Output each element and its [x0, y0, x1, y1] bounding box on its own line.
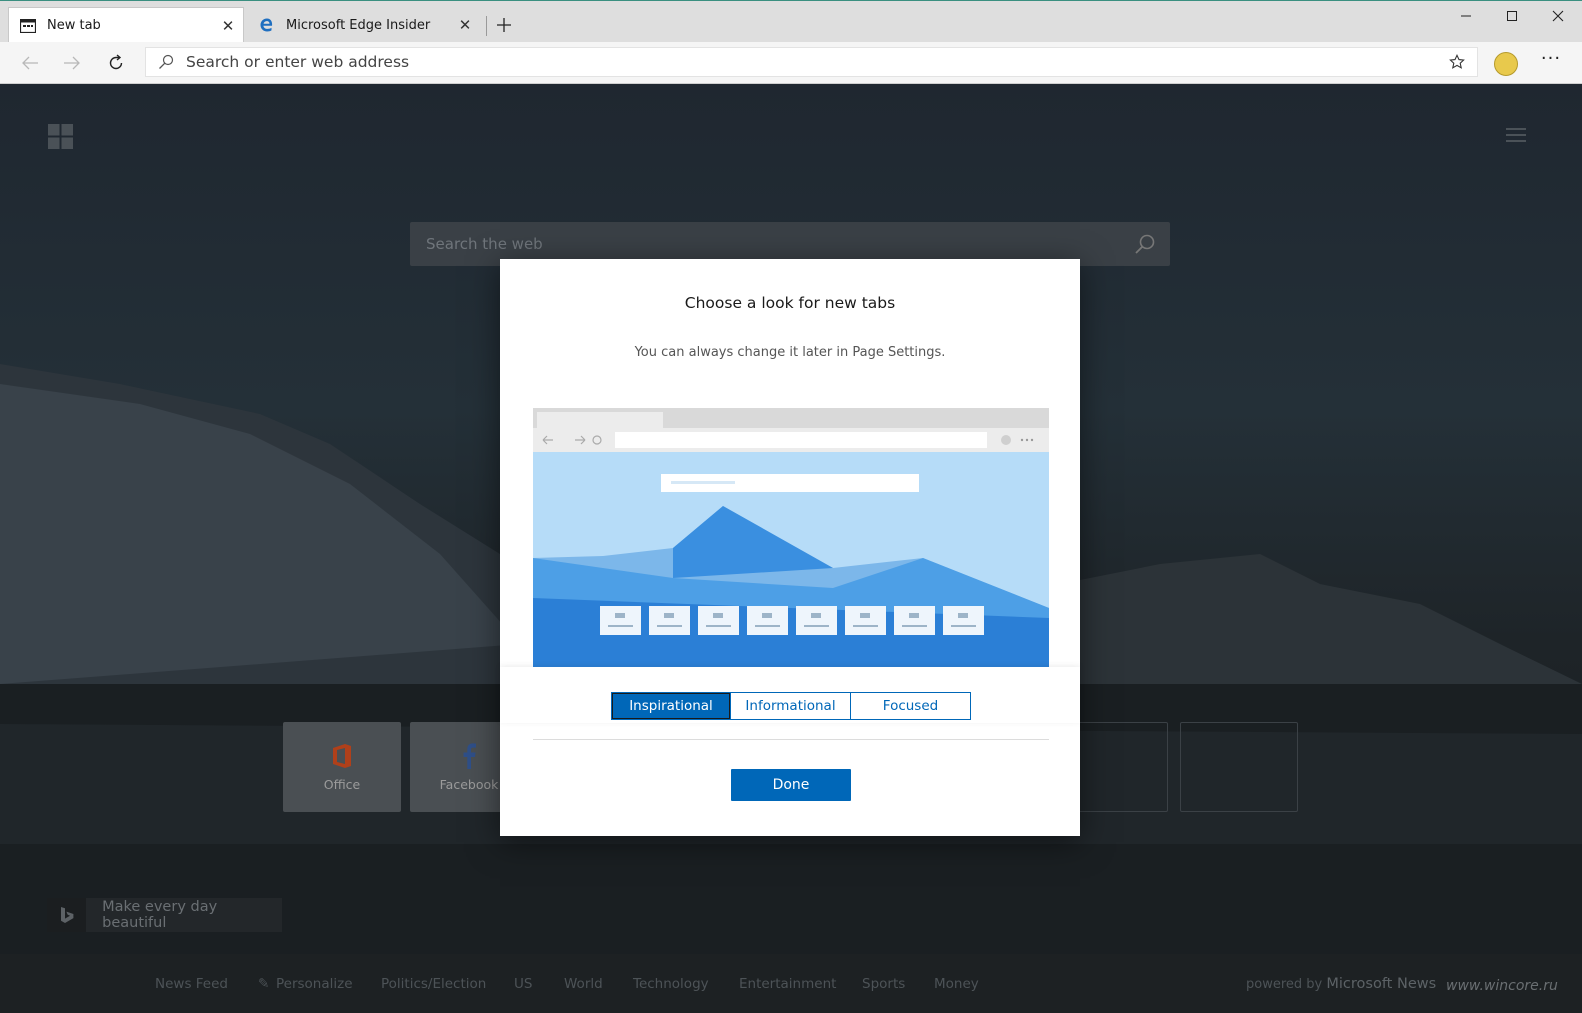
tab-new-tab[interactable]: New tab ✕	[8, 7, 244, 43]
option-inspirational[interactable]: Inspirational	[611, 692, 731, 720]
bing-image-caption[interactable]: Make every day beautiful	[47, 898, 282, 932]
layout-preview-illustration	[533, 408, 1049, 667]
option-informational[interactable]: Informational	[731, 692, 851, 720]
dialog-subtitle: You can always change it later in Page S…	[634, 345, 946, 360]
news-category-money[interactable]: Money	[934, 976, 979, 992]
forward-arrow-icon	[64, 56, 80, 70]
layout-option-selector: Inspirational Informational Focused	[611, 692, 971, 720]
done-button[interactable]: Done	[731, 769, 851, 801]
facebook-icon	[463, 742, 476, 769]
back-button[interactable]	[12, 46, 48, 80]
more-options-icon[interactable]: ···	[1536, 50, 1566, 74]
browser-toolbar: Search or enter web address	[0, 42, 1582, 84]
powered-by-label: powered by Microsoft News	[1246, 976, 1436, 992]
news-category-us[interactable]: US	[514, 976, 532, 992]
option-focused[interactable]: Focused	[851, 692, 971, 720]
close-tab-icon[interactable]: ✕	[450, 10, 480, 40]
page-settings-menu-icon[interactable]	[1506, 128, 1526, 144]
tab-title: New tab	[47, 18, 101, 33]
news-category-entertainment[interactable]: Entertainment	[739, 976, 836, 992]
dialog-divider	[533, 739, 1049, 740]
close-window-button[interactable]	[1535, 1, 1581, 31]
profile-avatar[interactable]	[1494, 52, 1518, 76]
tile-label: Facebook	[439, 776, 499, 792]
search-icon[interactable]	[1120, 233, 1170, 255]
refresh-icon	[109, 54, 123, 70]
close-icon	[1552, 10, 1564, 22]
tile-label: Office	[323, 776, 361, 792]
plus-icon	[497, 18, 511, 32]
powered-by-prefix: powered by	[1246, 977, 1323, 992]
news-category-technology[interactable]: Technology	[633, 976, 709, 992]
edge-logo-icon	[259, 17, 275, 33]
search-icon	[146, 54, 186, 70]
close-tab-icon[interactable]: ✕	[213, 11, 243, 41]
title-bar: New tab ✕ Microsoft Edge Insider ✕	[0, 0, 1582, 43]
quick-link-tile-empty[interactable]	[1180, 722, 1298, 812]
quick-link-tile-office[interactable]: Office	[283, 722, 401, 812]
maximize-button[interactable]	[1489, 1, 1535, 31]
news-category-sports[interactable]: Sports	[862, 976, 905, 992]
tab-title: Microsoft Edge Insider	[286, 17, 431, 33]
powered-by-brand: Microsoft News	[1326, 976, 1437, 992]
office-icon	[333, 743, 351, 768]
web-search-input[interactable]: Search the web	[410, 235, 1120, 253]
minimize-button[interactable]	[1443, 1, 1489, 31]
choose-look-dialog: Choose a look for new tabs You can alway…	[500, 259, 1080, 836]
maximize-icon	[1507, 11, 1517, 21]
minimize-icon	[1461, 15, 1471, 17]
pencil-icon: ✎	[258, 976, 270, 992]
new-tab-button[interactable]	[489, 9, 519, 41]
address-input[interactable]: Search or enter web address	[186, 53, 1437, 71]
news-category-world[interactable]: World	[564, 976, 603, 992]
watermark-text: www.wincore.ru	[1446, 978, 1558, 994]
forward-button[interactable]	[54, 46, 90, 80]
dialog-title: Choose a look for new tabs	[684, 294, 896, 312]
favorite-star-icon[interactable]	[1437, 54, 1477, 70]
app-launcher-icon[interactable]	[48, 124, 73, 153]
tab-microsoft-edge-insider[interactable]: Microsoft Edge Insider ✕	[248, 7, 480, 43]
bing-logo-icon	[47, 898, 87, 932]
tab-separator	[486, 16, 487, 36]
refresh-button[interactable]	[98, 46, 134, 80]
news-category-news-feed[interactable]: News Feed	[155, 976, 228, 992]
new-tab-page-icon	[20, 18, 36, 34]
address-bar[interactable]: Search or enter web address	[145, 47, 1478, 77]
news-category-politics-election[interactable]: Politics/Election	[381, 976, 486, 992]
back-arrow-icon	[22, 56, 38, 70]
news-category-personalize[interactable]: Personalize	[276, 976, 353, 992]
news-category-bar: News Feed ✎ Personalize Politics/Electio…	[0, 954, 1582, 1013]
bing-caption-text: Make every day beautiful	[102, 899, 218, 931]
